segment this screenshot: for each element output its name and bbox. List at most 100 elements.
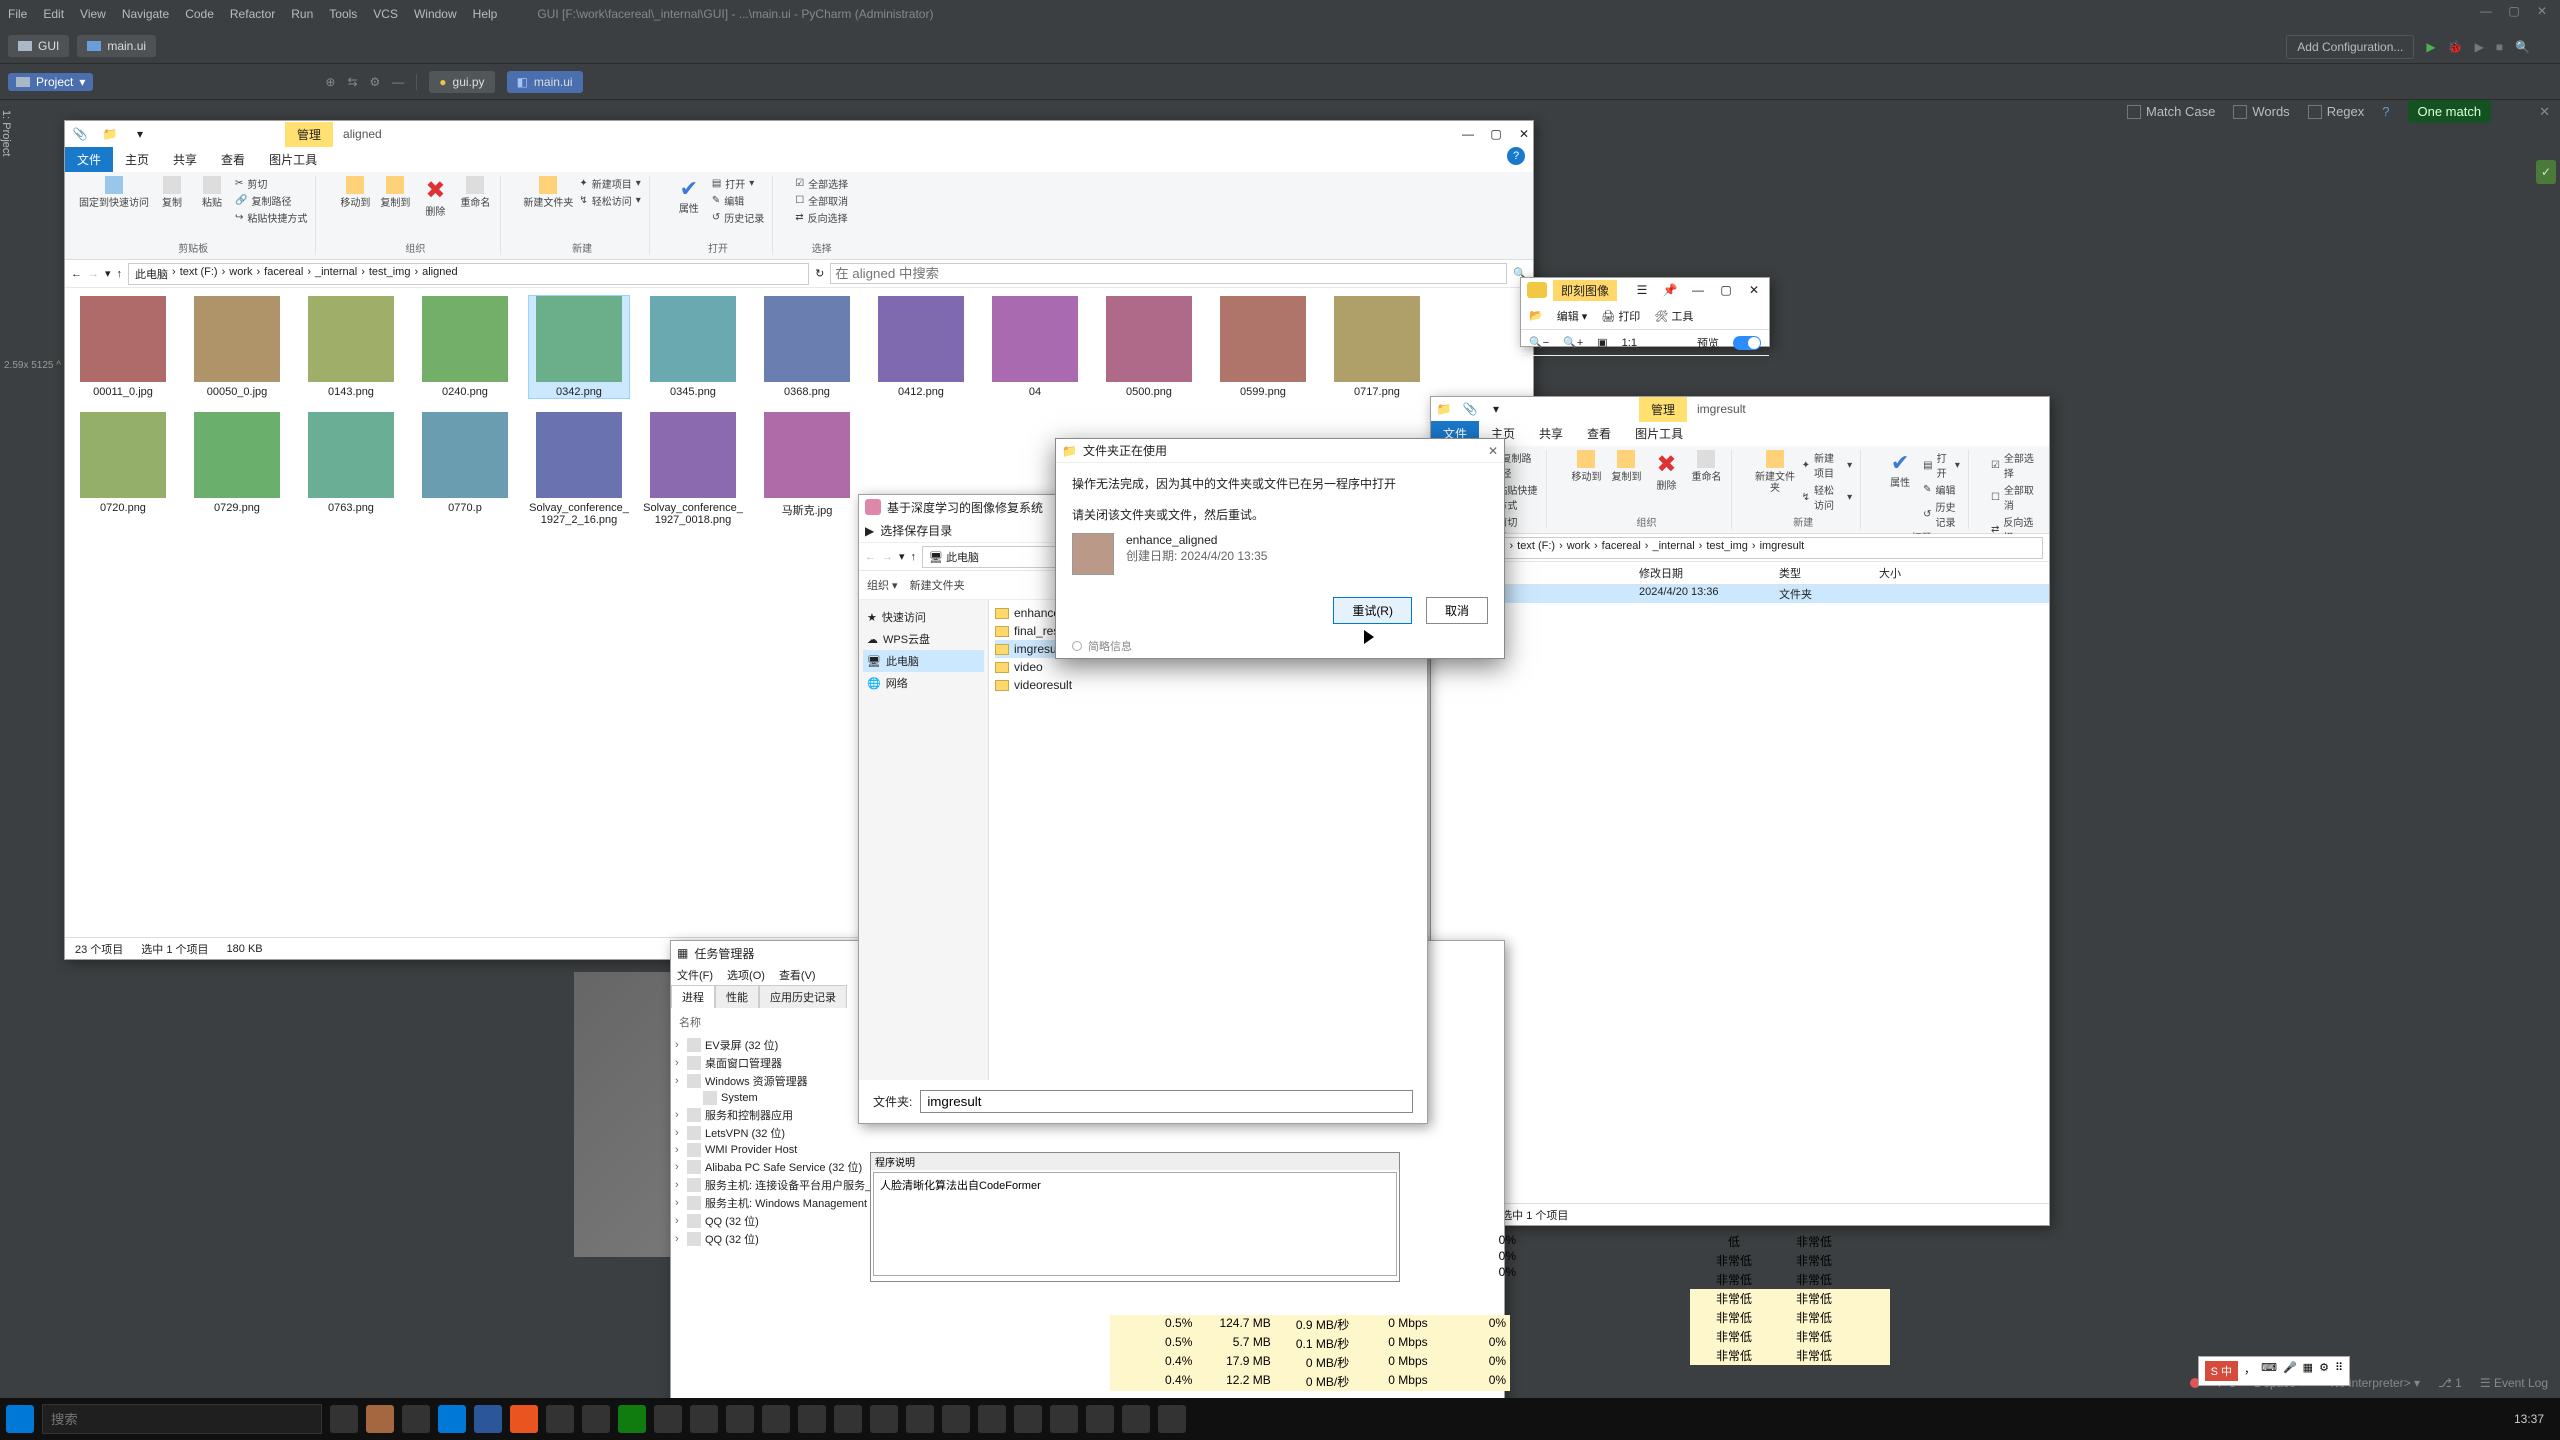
menu-code[interactable]: Code — [185, 7, 214, 21]
minimize-icon[interactable]: — — [1459, 127, 1477, 141]
regex-help-icon[interactable]: ? — [2382, 104, 2389, 119]
app-icon[interactable] — [1122, 1405, 1150, 1433]
thumbnail-item[interactable]: Solvay_conference_1927_0018.png — [643, 412, 743, 526]
maximize-icon[interactable]: ▢ — [2504, 4, 2524, 18]
menu-file[interactable]: File — [8, 7, 27, 21]
cut-button[interactable]: ✂剪切 — [235, 176, 307, 191]
expand-icon[interactable]: › — [675, 1039, 683, 1051]
zoom-in-icon[interactable]: 🔍+ — [1563, 336, 1583, 349]
copyto-button[interactable]: 复制到 — [378, 176, 412, 209]
thumbnail-item[interactable]: 0345.png — [643, 296, 743, 398]
newfolder-button[interactable]: 新建文件夹 — [1754, 450, 1795, 494]
menu-edit[interactable]: Edit — [43, 7, 64, 21]
nav-thispc[interactable]: 🖥此电脑 — [863, 650, 984, 672]
selectall-button[interactable]: ☑ 全部选择 — [1991, 450, 2035, 480]
taskbar-search-input[interactable] — [42, 1404, 322, 1434]
refresh-icon[interactable]: ↻ — [815, 267, 824, 280]
selectall-button[interactable]: ☑全部选择 — [795, 176, 848, 191]
col-type[interactable]: 类型 — [1771, 562, 1871, 584]
ime-keyboard-icon[interactable]: ⌨ — [2261, 1361, 2277, 1381]
newitem-button[interactable]: ✦新建项目 ▾ — [579, 176, 640, 191]
preview-toggle[interactable] — [1733, 336, 1761, 350]
crumb[interactable]: aligned — [422, 266, 457, 282]
editor-tab-guipy[interactable]: ●gui.py — [429, 71, 494, 93]
folder-list-item[interactable]: videoresult — [995, 676, 1421, 694]
tab-file[interactable]: 文件 — [65, 147, 113, 172]
tm-tab-processes[interactable]: 进程 — [671, 985, 715, 1008]
nav-history-button[interactable]: ▾ — [105, 267, 111, 280]
menu-view[interactable]: View — [80, 7, 106, 21]
context-tab-mainui[interactable]: main.ui — [77, 35, 156, 57]
easyaccess-button[interactable]: ↯轻松访问 ▾ — [579, 193, 640, 208]
ribbon-context-manage[interactable]: 管理 — [1639, 397, 1687, 422]
delete-button[interactable]: ✖删除 — [1649, 450, 1683, 492]
nav-wps[interactable]: ☁WPS云盘 — [863, 628, 984, 650]
folder-list-item[interactable]: video — [995, 658, 1421, 676]
run-icon[interactable]: ▶ — [2426, 40, 2435, 54]
app-icon[interactable] — [834, 1405, 862, 1433]
thumbnail-item[interactable]: 0720.png — [73, 412, 173, 526]
close-icon[interactable]: ✕ — [2532, 4, 2552, 18]
cancel-button[interactable]: 取消 — [1426, 597, 1488, 624]
nav-up-button[interactable]: ↑ — [117, 268, 123, 280]
run-tests-icon[interactable]: ▶ — [2475, 40, 2484, 54]
find-close-icon[interactable]: ✕ — [2539, 104, 2550, 120]
viewer-tools-button[interactable]: 🛠 工具 — [1654, 308, 1693, 324]
newfolder-button[interactable]: 新建文件夹 — [910, 577, 965, 593]
search-everywhere-icon[interactable]: 🔍 — [2515, 40, 2530, 54]
pin-icon[interactable]: 📌 — [1661, 283, 1679, 297]
organize-button[interactable]: 组织 ▾ — [867, 577, 898, 593]
thumbnail-item[interactable]: 0143.png — [301, 296, 401, 398]
ribbon-context-manage[interactable]: 管理 — [285, 122, 333, 147]
menu-tools[interactable]: Tools — [329, 7, 357, 21]
inspection-indicator-icon[interactable]: ✓ — [2536, 160, 2556, 184]
nav-back-button[interactable]: ← — [865, 551, 876, 563]
crumb[interactable]: _internal — [315, 266, 357, 282]
tm-menu-view[interactable]: 查看(V) — [779, 967, 816, 983]
close-icon[interactable]: ✕ — [1488, 444, 1498, 458]
crumb[interactable]: text (F:) — [180, 266, 218, 282]
tab-picture-tools[interactable]: 图片工具 — [257, 147, 329, 172]
words-checkbox[interactable] — [2233, 105, 2247, 119]
menu-navigate[interactable]: Navigate — [122, 7, 169, 21]
thumbnail-item[interactable]: 0763.png — [301, 412, 401, 526]
thumbnail-item[interactable]: 0412.png — [871, 296, 971, 398]
nav-back-button[interactable]: ← — [71, 268, 82, 280]
nav-history-button[interactable]: ▾ — [899, 550, 905, 563]
actual-size-icon[interactable]: 1:1 — [1622, 337, 1637, 349]
editor-tab-mainui[interactable]: ◧main.ui — [507, 71, 583, 93]
pin-quickaccess-button[interactable]: 固定到快速访问 — [79, 176, 149, 209]
list-row[interactable]: e_aligned 2024/4/20 13:36 文件夹 — [1431, 585, 2049, 603]
thumbnail-item[interactable]: 0368.png — [757, 296, 857, 398]
nav-forward-button[interactable]: → — [882, 551, 893, 563]
moveto-button[interactable]: 移动到 — [338, 176, 372, 209]
rename-button[interactable]: 重命名 — [458, 176, 492, 209]
branch-indicator[interactable]: ⎇ 1 — [2438, 1376, 2462, 1390]
menu-run[interactable]: Run — [291, 7, 313, 21]
properties-button[interactable]: ✔属性 — [1883, 450, 1917, 489]
col-date[interactable]: 修改日期 — [1631, 562, 1771, 584]
retry-button[interactable]: 重试(R) — [1333, 597, 1412, 624]
expand-icon[interactable]: › — [675, 1179, 683, 1191]
breadcrumb-path[interactable]: 此电脑 › text (F:) › work › facereal › _int… — [128, 263, 809, 285]
nav-quickaccess[interactable]: ★快速访问 — [863, 606, 984, 628]
newitem-button[interactable]: ✦ 新建项目 ▾ — [1802, 450, 1853, 480]
more-details-label[interactable]: 简略信息 — [1088, 638, 1132, 654]
debug-icon[interactable]: 🐞 — [2448, 40, 2463, 54]
filename-input[interactable] — [920, 1090, 1413, 1113]
description-text[interactable]: 人脸清晰化算法出自CodeFormer — [873, 1172, 1397, 1276]
expand-icon[interactable]: › — [675, 1109, 683, 1121]
tm-process-row[interactable]: ›LetsVPN (32 位) — [671, 1124, 1504, 1142]
tool-window-project[interactable]: 1: Project — [0, 100, 24, 800]
menu-window[interactable]: Window — [414, 7, 457, 21]
minimize-icon[interactable]: — — [1689, 283, 1707, 297]
tm-menu-file[interactable]: 文件(F) — [677, 967, 713, 983]
expand-icon[interactable]: › — [675, 1161, 683, 1173]
app-icon[interactable] — [582, 1405, 610, 1433]
properties-button[interactable]: ✔属性 — [672, 176, 706, 215]
expand-icon[interactable]: › — [675, 1075, 683, 1087]
invert-button[interactable]: ⇄反向选择 — [795, 210, 848, 225]
menu-help[interactable]: Help — [473, 7, 498, 21]
nav-up-button[interactable]: ↑ — [911, 551, 917, 563]
newfolder-button[interactable]: 新建文件夹 — [523, 176, 573, 209]
